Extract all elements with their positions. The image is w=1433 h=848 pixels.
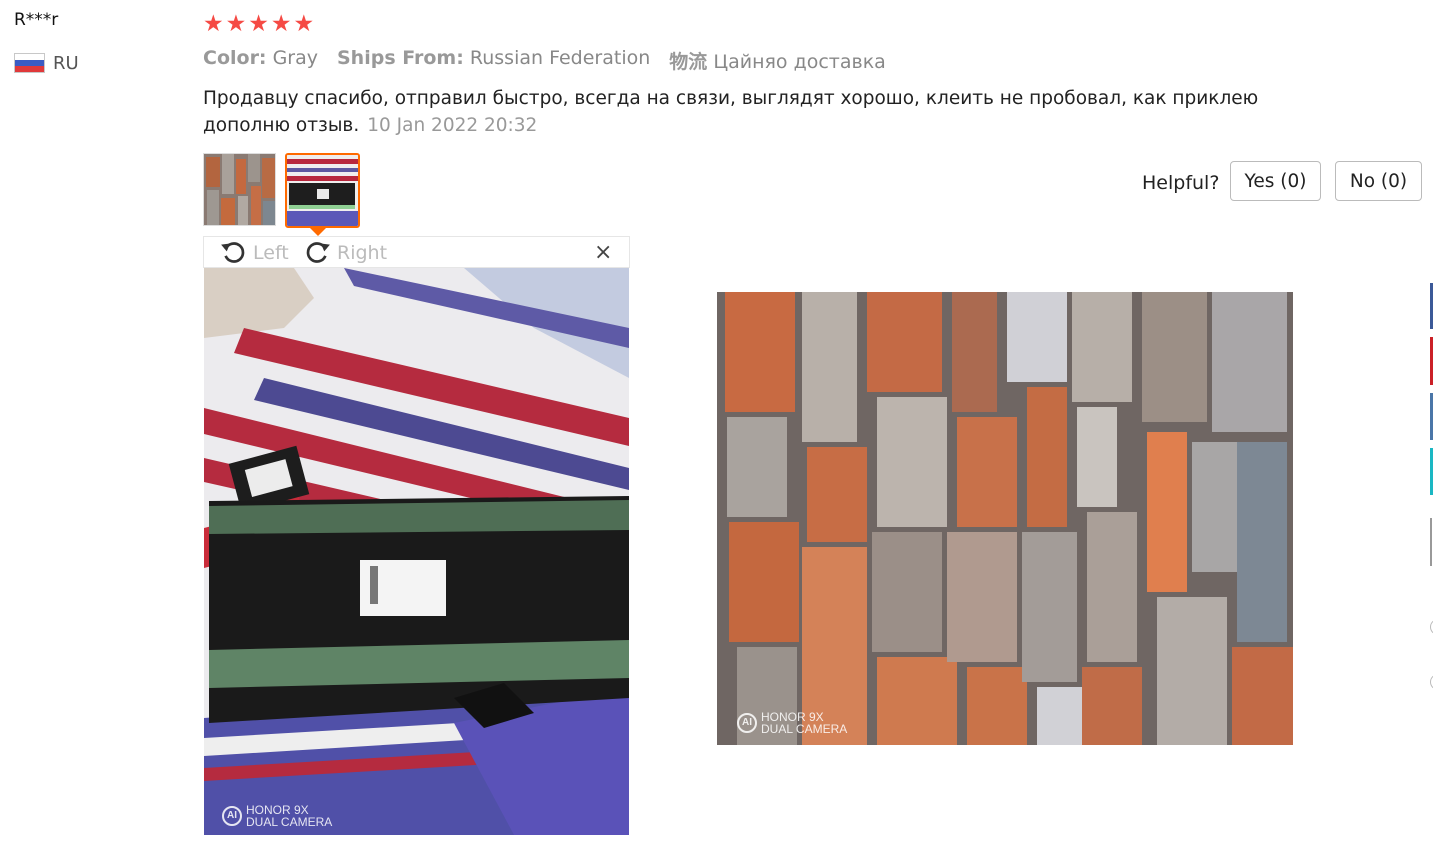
review-photo-thumbnail-1[interactable]: [203, 153, 276, 226]
rotate-left-button[interactable]: Left: [220, 239, 289, 266]
star-icon: ★: [293, 11, 315, 37]
close-icon[interactable]: ×: [594, 241, 612, 265]
attribute-ships-from: Ships From: Russian Federation: [337, 47, 651, 69]
review-photo-large-package[interactable]: AI HONOR 9X DUAL CAMERA: [204, 268, 629, 835]
attribute-logistics: 物流 Цайняо доставка: [669, 51, 886, 73]
star-icon: ★: [203, 11, 224, 37]
order-attributes: Color: Gray Ships From: Russian Federati…: [203, 47, 886, 74]
attribute-color: Color: Gray: [203, 47, 318, 69]
helpful-yes-button[interactable]: Yes (0): [1230, 161, 1321, 201]
camera-watermark: AI HONOR 9X DUAL CAMERA: [737, 711, 847, 735]
reviewer-country: RU: [14, 52, 79, 74]
honor-logo-icon: AI: [737, 713, 757, 733]
honor-logo-icon: AI: [222, 806, 242, 826]
rotate-right-button[interactable]: Right: [304, 239, 387, 266]
rotate-right-icon: [306, 242, 330, 263]
review-photo-thumbnail-2-selected[interactable]: [285, 153, 360, 228]
star-icon: ★: [270, 11, 292, 37]
review-text: Продавцу спасибо, отправил быстро, всегд…: [203, 88, 1259, 136]
photo-viewer-toolbar: Left Right ×: [203, 236, 630, 268]
helpful-label: Helpful?: [1142, 172, 1220, 194]
country-code: RU: [53, 52, 79, 74]
side-tab-gray[interactable]: [1430, 518, 1432, 566]
rotate-left-label: Left: [253, 241, 289, 264]
camera-watermark: AI HONOR 9X DUAL CAMERA: [222, 804, 332, 828]
star-icon: ★: [225, 11, 247, 37]
review-body: Продавцу спасибо, отправил быстро, всегд…: [203, 85, 1293, 139]
rotate-left-icon: [221, 242, 245, 263]
review-photo-brick-wallpaper[interactable]: AI HONOR 9X DUAL CAMERA: [717, 292, 1293, 745]
reviewer-name: R***r: [14, 10, 59, 30]
star-rating: ★ ★ ★ ★ ★: [203, 10, 314, 38]
helpful-no-button[interactable]: No (0): [1335, 161, 1422, 201]
russia-flag-icon: [14, 53, 45, 73]
selected-thumbnail-pointer: [310, 228, 326, 236]
rotate-right-label: Right: [337, 241, 388, 264]
review-date: 10 Jan 2022 20:32: [367, 115, 538, 136]
star-icon: ★: [248, 11, 269, 37]
